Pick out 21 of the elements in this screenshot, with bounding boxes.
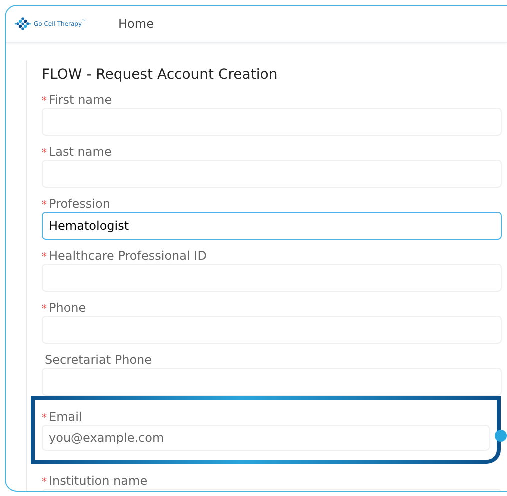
field-label: Healthcare Professional ID [49, 248, 207, 265]
required-asterisk: * [42, 476, 47, 490]
field-label: Last name [49, 144, 112, 161]
required-asterisk: * [42, 412, 47, 426]
required-asterisk: * [42, 199, 47, 213]
dots-logo-icon [15, 17, 31, 31]
form-title: FLOW - Request Account Creation [42, 66, 279, 85]
input-field[interactable]: you@example.com [42, 425, 490, 451]
field-label: Profession [49, 196, 110, 213]
input-field[interactable]: Hematologist [42, 212, 502, 240]
input-field[interactable] [42, 368, 502, 396]
required-asterisk: * [42, 147, 47, 161]
field-label: Secretariat Phone [45, 352, 152, 369]
required-asterisk: * [42, 95, 47, 109]
field-label: First name [49, 92, 112, 109]
required-asterisk: * [42, 251, 47, 265]
field-label: Phone [49, 300, 86, 317]
field-label: Institution name [49, 473, 148, 490]
field-label: Email [49, 409, 82, 426]
required-asterisk: * [42, 303, 47, 317]
nav-link[interactable]: Home [118, 15, 154, 33]
